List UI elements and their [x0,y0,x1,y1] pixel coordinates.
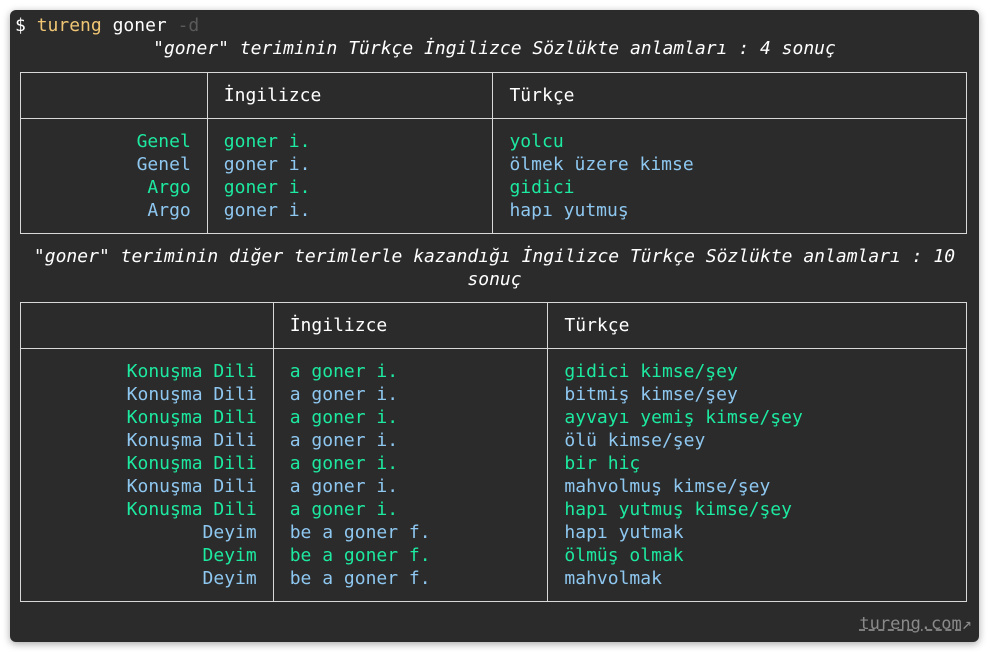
english-column: a goner i. a goner i. a goner i. a goner i.… [272,348,549,602]
row-turkish: gidici [509,177,575,198]
command-name: tureng [36,15,102,36]
tureng-link-text[interactable]: tureng.com [859,614,961,634]
row-turkish: bir hiç [564,453,641,474]
row-category: Genel [136,131,191,152]
header-category [20,72,208,119]
row-turkish: hapı yutmuş [509,200,629,221]
table-header-row: İngilizce Türkçe [20,302,967,349]
category-column: Konuşma Dili Konuşma Dili Konuşma Dili Konu… [20,348,274,602]
command-flag: -d [177,15,200,36]
row-english: a goner i. [289,361,399,382]
table-body: Konuşma Dili Konuşma Dili Konuşma Dili Konu… [20,348,967,602]
section1-caption: "goner" teriminin Türkçe İngilizce Sözlü… [153,38,836,59]
terminal-window: $ tureng goner -d "goner" teriminin Türk… [10,10,979,642]
row-category: Deyim [202,568,257,589]
section2-caption: "goner" teriminin diğer terimlerle kazan… [33,246,956,290]
row-turkish: bitmiş kimse/şey [564,384,738,405]
row-english: goner i. [223,200,311,221]
row-turkish: ayvayı yemiş kimse/şey [564,407,803,428]
table-body: Genel Genel Argo Argo goner i. goner i. goner… [20,118,967,234]
external-link-icon: ↗ [961,614,972,634]
row-turkish: mahvolmuş kimse/şey [564,476,771,497]
row-turkish: mahvolmak [564,568,662,589]
turkish-column: gidici kimse/şey bitmiş kimse/şey ayvayı y… [547,348,967,602]
row-category: Konuşma Dili [126,361,257,382]
row-category: Konuşma Dili [126,476,257,497]
section2-table: İngilizce Türkçe Konuşma Dili Konuşma Dil… [20,302,967,602]
row-english: goner i. [223,177,311,198]
row-category: Genel [136,154,191,175]
row-english: a goner i. [289,407,399,428]
row-turkish: ölmüş olmak [564,545,684,566]
command-prompt: $ tureng goner -d [15,14,199,37]
category-column: Genel Genel Argo Argo [20,118,208,234]
row-english: a goner i. [289,453,399,474]
header-category [20,302,274,349]
row-english: a goner i. [289,476,399,497]
row-english: a goner i. [289,384,399,405]
row-english: be a goner f. [289,522,431,543]
row-english: be a goner f. [289,545,431,566]
row-turkish: yolcu [509,131,564,152]
row-english: goner i. [223,131,311,152]
row-turkish: hapı yutmak [564,522,684,543]
row-turkish: hapı yutmuş kimse/şey [564,499,792,520]
row-english: a goner i. [289,430,399,451]
section1-table: İngilizce Türkçe Genel Genel Argo Argo gone… [20,72,967,234]
header-turkish: Türkçe [492,72,967,119]
prompt-symbol: $ [15,15,26,36]
row-turkish: ölü kimse/şey [564,430,706,451]
row-category: Deyim [202,522,257,543]
command-argument: goner [112,15,167,36]
row-category: Deyim [202,545,257,566]
header-turkish: Türkçe [547,302,967,349]
row-turkish: gidici kimse/şey [564,361,738,382]
row-category: Konuşma Dili [126,407,257,428]
row-category: Argo [147,177,191,198]
row-category: Konuşma Dili [126,430,257,451]
english-column: goner i. goner i. goner i. goner i. [206,118,494,234]
table-header-row: İngilizce Türkçe [20,72,967,119]
row-english: goner i. [223,154,311,175]
row-english: a goner i. [289,499,399,520]
turkish-column: yolcu ölmek üzere kimse gidici hapı yutmuş [492,118,967,234]
row-category: Konuşma Dili [126,453,257,474]
tureng-link[interactable]: tureng.com↗ [859,613,972,636]
row-category: Konuşma Dili [126,499,257,520]
header-english: İngilizce [272,302,549,349]
row-english: be a goner f. [289,568,431,589]
row-category: Argo [147,200,191,221]
header-english: İngilizce [206,72,494,119]
row-category: Konuşma Dili [126,384,257,405]
row-turkish: ölmek üzere kimse [509,154,694,175]
